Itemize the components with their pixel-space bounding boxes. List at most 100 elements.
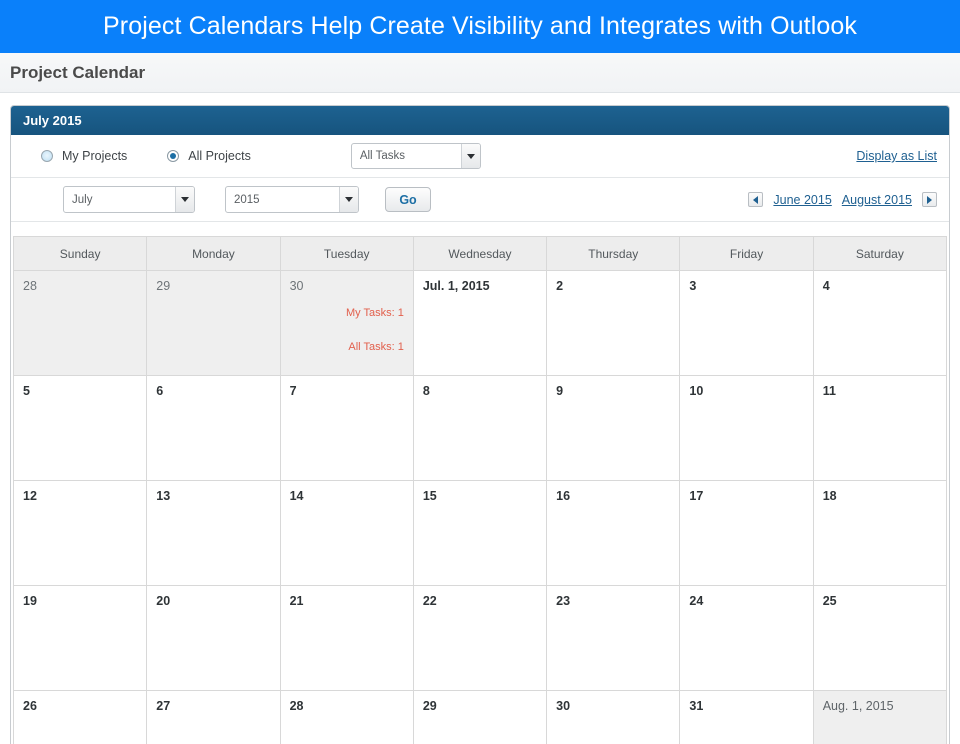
calendar-day-number: 28 — [23, 279, 137, 293]
task-count-label[interactable]: My Tasks: 1 — [290, 307, 404, 319]
month-select[interactable]: July — [63, 186, 195, 213]
calendar-day-cell[interactable]: 26 — [14, 691, 147, 744]
triangle-right-icon[interactable] — [922, 192, 937, 207]
calendar-header-sunday: Sunday — [14, 237, 147, 271]
go-button[interactable]: Go — [385, 187, 431, 212]
panel-header-title: July 2015 — [23, 113, 82, 128]
prev-month-link[interactable]: June 2015 — [773, 193, 831, 207]
calendar-day-cell[interactable]: 23 — [547, 586, 680, 691]
calendar-day-number: 30 — [556, 699, 670, 713]
calendar-day-number: 7 — [290, 384, 404, 398]
calendar-day-cell[interactable]: 10 — [680, 376, 813, 481]
calendar-day-cell[interactable]: 8 — [413, 376, 546, 481]
calendar-day-cell[interactable]: 29 — [147, 271, 280, 376]
calendar-day-number: 25 — [823, 594, 937, 608]
calendar-day-cell[interactable]: 14 — [280, 481, 413, 586]
calendar-day-cell[interactable]: 21 — [280, 586, 413, 691]
calendar-day-cell[interactable]: 22 — [413, 586, 546, 691]
calendar-day-number: 18 — [823, 489, 937, 503]
calendar-day-number: 31 — [689, 699, 803, 713]
calendar-day-cell[interactable]: 20 — [147, 586, 280, 691]
calendar-day-cell[interactable]: 15 — [413, 481, 546, 586]
calendar-week-row: 12 13 14 15 16 17 18 — [14, 481, 947, 586]
filter-toolbar: My Projects All Projects All Tasks Displ… — [11, 135, 949, 178]
radio-my-projects-label: My Projects — [62, 149, 127, 163]
calendar-day-number: 9 — [556, 384, 670, 398]
triangle-left-icon[interactable] — [748, 192, 763, 207]
calendar-header-saturday: Saturday — [813, 237, 946, 271]
calendar-header-tuesday: Tuesday — [280, 237, 413, 271]
calendar-header-monday: Monday — [147, 237, 280, 271]
month-navigation: June 2015 August 2015 — [748, 192, 937, 207]
calendar-day-cell[interactable]: Jul. 1, 2015 — [413, 271, 546, 376]
calendar-day-cell[interactable]: 27 — [147, 691, 280, 744]
calendar-day-cell[interactable]: 2 — [547, 271, 680, 376]
calendar-day-number: Jul. 1, 2015 — [423, 279, 537, 293]
radio-all-projects[interactable]: All Projects — [167, 149, 251, 163]
calendar-day-number: 22 — [423, 594, 537, 608]
calendar-day-cell[interactable]: 13 — [147, 481, 280, 586]
calendar-day-cell[interactable]: 29 — [413, 691, 546, 744]
calendar-day-cell[interactable]: 6 — [147, 376, 280, 481]
calendar-day-cell[interactable]: 4 — [813, 271, 946, 376]
calendar-header-row: SundayMondayTuesdayWednesdayThursdayFrid… — [14, 237, 947, 271]
chevron-down-icon[interactable] — [461, 144, 480, 168]
calendar-day-cell[interactable]: 30 My Tasks: 1 All Tasks: 1 — [280, 271, 413, 376]
page-title: Project Calendar — [10, 63, 145, 83]
radio-my-projects-indicator[interactable] — [41, 150, 53, 162]
calendar-day-cell[interactable]: 25 — [813, 586, 946, 691]
calendar-day-number: 17 — [689, 489, 803, 503]
calendar-day-cell[interactable]: 12 — [14, 481, 147, 586]
calendar-day-cell[interactable]: 28 — [280, 691, 413, 744]
next-month-link[interactable]: August 2015 — [842, 193, 912, 207]
calendar-header-thursday: Thursday — [547, 237, 680, 271]
calendar-week-row: 28 29 30 My Tasks: 1 All Tasks: 1 Jul. 1, 201… — [14, 271, 947, 376]
calendar-day-number: 23 — [556, 594, 670, 608]
calendar-day-cell[interactable]: 16 — [547, 481, 680, 586]
calendar-day-cell[interactable]: 9 — [547, 376, 680, 481]
calendar-day-number: 20 — [156, 594, 270, 608]
task-count-label[interactable]: All Tasks: 1 — [290, 341, 404, 353]
calendar-day-number: 13 — [156, 489, 270, 503]
calendar-day-number: 11 — [823, 384, 937, 398]
calendar-day-number: Aug. 1, 2015 — [823, 699, 937, 713]
panel-container: July 2015 My Projects All Projects All T… — [0, 93, 960, 744]
calendar-day-number: 6 — [156, 384, 270, 398]
calendar-day-number: 10 — [689, 384, 803, 398]
calendar-day-number: 5 — [23, 384, 137, 398]
year-select[interactable]: 2015 — [225, 186, 359, 213]
calendar-day-number: 27 — [156, 699, 270, 713]
calendar-day-number: 30 — [290, 279, 404, 293]
calendar-day-cell[interactable]: 30 — [547, 691, 680, 744]
calendar-day-cell[interactable]: 17 — [680, 481, 813, 586]
year-select-value: 2015 — [226, 187, 339, 212]
calendar-day-number: 4 — [823, 279, 937, 293]
calendar-day-cell[interactable]: 11 — [813, 376, 946, 481]
task-filter-value: All Tasks — [352, 144, 461, 168]
calendar-body: 282930My Tasks: 1All Tasks: 1Jul. 1, 201… — [14, 271, 947, 744]
top-banner: Project Calendars Help Create Visibility… — [0, 0, 960, 53]
calendar-day-cell[interactable]: 7 — [280, 376, 413, 481]
calendar-day-cell[interactable]: Aug. 1, 2015 — [813, 691, 946, 744]
calendar-day-number: 26 — [23, 699, 137, 713]
calendar-day-number: 2 — [556, 279, 670, 293]
calendar-day-cell[interactable]: 5 — [14, 376, 147, 481]
calendar-day-cell[interactable]: 24 — [680, 586, 813, 691]
calendar-day-cell[interactable]: 19 — [14, 586, 147, 691]
task-filter-select[interactable]: All Tasks — [351, 143, 481, 169]
calendar-day-cell[interactable]: 3 — [680, 271, 813, 376]
radio-my-projects[interactable]: My Projects — [41, 149, 127, 163]
radio-all-projects-indicator[interactable] — [167, 150, 179, 162]
chevron-down-icon[interactable] — [175, 187, 194, 212]
display-as-list-link[interactable]: Display as List — [856, 149, 937, 163]
calendar-week-row: 26 27 28 29 30 31 Aug. 1, 2015 — [14, 691, 947, 744]
calendar-day-cell[interactable]: 31 — [680, 691, 813, 744]
calendar-day-cell[interactable]: 28 — [14, 271, 147, 376]
chevron-down-icon[interactable] — [339, 187, 358, 212]
calendar-day-number: 15 — [423, 489, 537, 503]
page-heading-bar: Project Calendar — [0, 53, 960, 93]
calendar-week-row: 19 20 21 22 23 24 25 — [14, 586, 947, 691]
calendar-day-cell[interactable]: 18 — [813, 481, 946, 586]
calendar-day-number: 12 — [23, 489, 137, 503]
calendar-day-number: 28 — [290, 699, 404, 713]
